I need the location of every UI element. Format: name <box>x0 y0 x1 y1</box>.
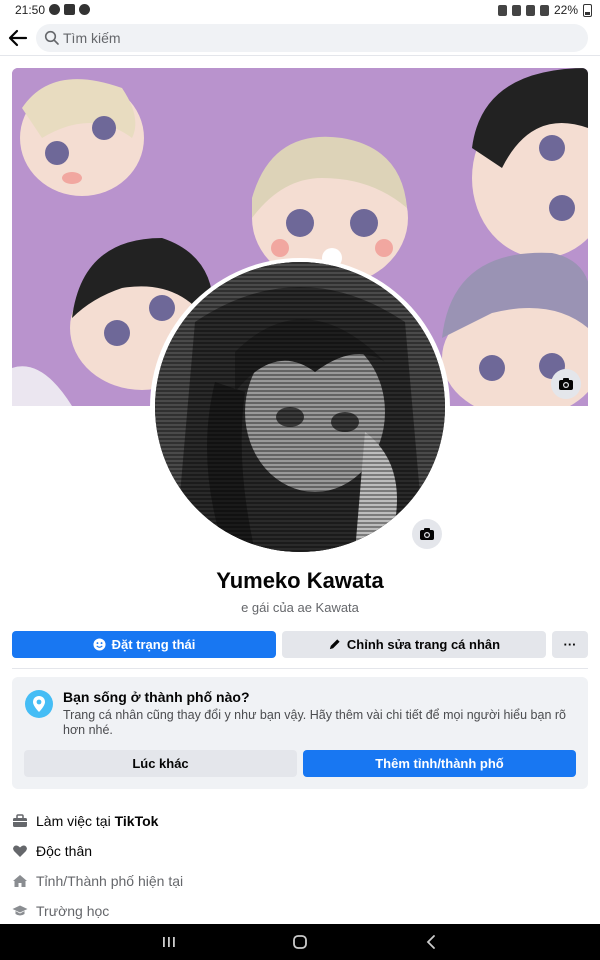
battery-percent: 22% <box>553 3 578 17</box>
detail-work-prefix: Làm việc tại <box>36 813 111 829</box>
detail-school-label: Trường học <box>36 903 110 919</box>
battery-icon <box>583 3 592 17</box>
status-time: 21:50 <box>15 3 46 17</box>
city-prompt-title: Bạn sống ở thành phố nào? <box>63 689 250 705</box>
detail-school[interactable]: Trường học <box>12 896 588 926</box>
detail-work[interactable]: Làm việc tại TikTok <box>12 806 588 836</box>
add-city-button[interactable]: Thêm tỉnh/thành phố <box>303 750 576 777</box>
chibi-face <box>20 79 144 196</box>
search-input[interactable] <box>63 24 573 52</box>
profile-details: Làm việc tại TikTok Độc thân Tỉnh/Thành … <box>12 806 588 926</box>
heart-icon <box>13 845 27 857</box>
briefcase-icon <box>13 814 27 827</box>
avatar[interactable] <box>155 262 445 552</box>
detail-work-place: TikTok <box>114 813 159 829</box>
avatar-illustration <box>155 262 445 552</box>
detail-relationship-label: Độc thân <box>36 843 93 859</box>
back-nav-icon[interactable] <box>423 933 441 951</box>
top-bar <box>0 20 600 56</box>
smile-icon <box>93 638 106 651</box>
status-bar: 21:50 22% <box>0 0 600 20</box>
edit-cover-button[interactable] <box>551 369 581 399</box>
system-icons: 22% <box>497 3 592 17</box>
search-box[interactable] <box>36 24 588 52</box>
location-pin-icon <box>25 690 53 718</box>
city-prompt-description: Trang cá nhân cũng thay đổi y như bạn vậ… <box>63 708 566 737</box>
pencil-icon <box>329 639 340 650</box>
later-button[interactable]: Lúc khác <box>24 750 297 777</box>
more-options-label: ··· <box>563 637 577 652</box>
mute-icon <box>511 4 521 16</box>
edit-profile-button[interactable]: Chỉnh sửa trang cá nhân <box>282 631 546 658</box>
graduation-cap-icon <box>12 905 28 916</box>
alarm-icon <box>497 4 507 16</box>
set-status-button[interactable]: Đặt trạng thái <box>12 631 276 658</box>
more-options-button[interactable]: ··· <box>552 631 588 658</box>
set-status-label: Đặt trạng thái <box>111 637 196 652</box>
edit-avatar-button[interactable] <box>412 519 442 549</box>
messenger-icon <box>49 4 60 15</box>
camera-icon <box>559 378 573 390</box>
arrow-left-icon[interactable] <box>6 26 30 50</box>
gallery-icon <box>64 4 75 15</box>
recent-apps-icon[interactable] <box>160 933 178 951</box>
add-city-label: Thêm tỉnh/thành phố <box>375 756 504 771</box>
divider <box>12 668 588 669</box>
home-icon <box>13 875 27 887</box>
detail-city-label: Tỉnh/Thành phố hiện tại <box>36 873 184 889</box>
city-prompt-card: Bạn sống ở thành phố nào? Trang cá nhân … <box>12 677 588 789</box>
search-icon <box>44 30 60 46</box>
detail-city[interactable]: Tỉnh/Thành phố hiện tại <box>12 866 588 896</box>
later-label: Lúc khác <box>132 756 189 771</box>
messenger-icon <box>79 4 90 15</box>
home-button-icon[interactable] <box>291 933 309 951</box>
system-nav-bar <box>0 924 600 960</box>
detail-relationship[interactable]: Độc thân <box>12 836 588 866</box>
profile-name: Yumeko Kawata <box>216 568 384 593</box>
notification-icons <box>49 4 90 15</box>
edit-profile-label: Chỉnh sửa trang cá nhân <box>346 637 501 652</box>
camera-icon <box>420 528 434 540</box>
signal-icon <box>539 4 549 16</box>
wifi-icon <box>525 4 535 16</box>
profile-bio: e gái của ae Kawata <box>241 600 359 615</box>
